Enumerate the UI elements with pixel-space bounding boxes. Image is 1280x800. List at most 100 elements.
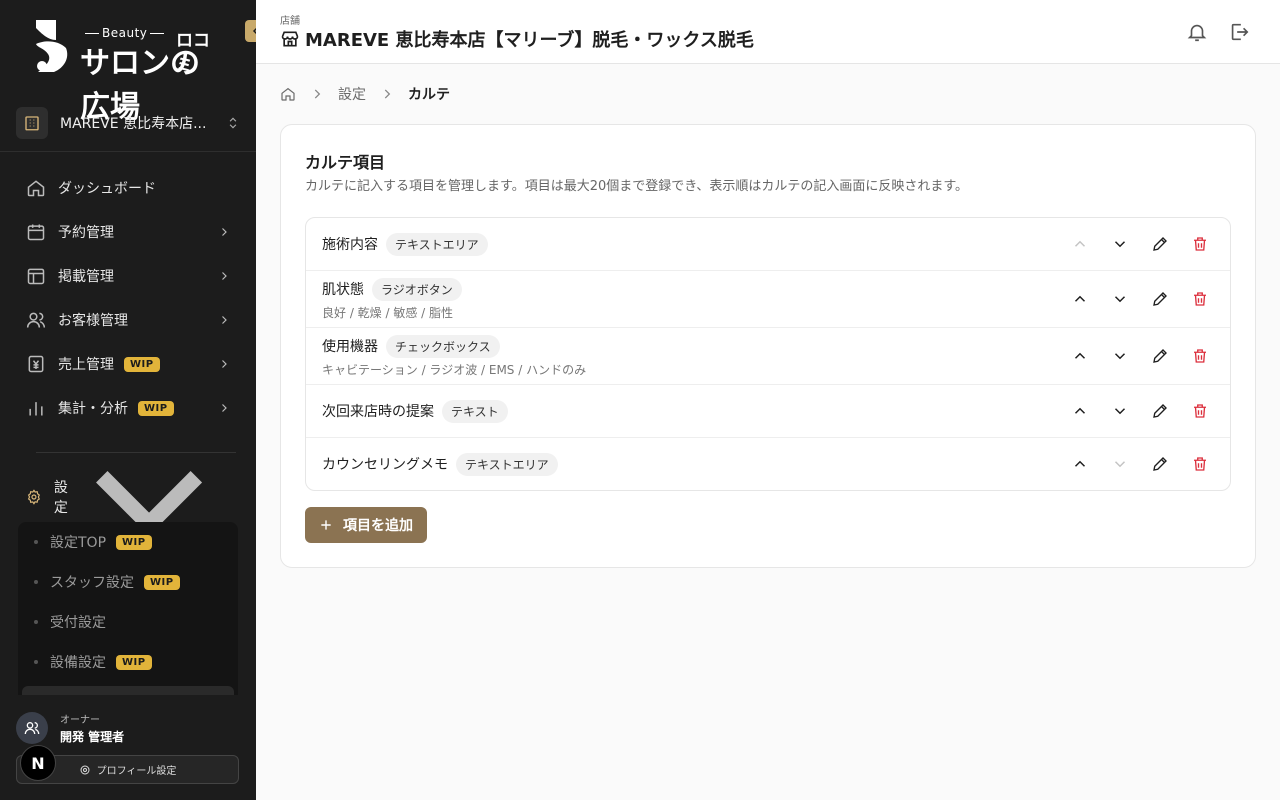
chevron-up-icon: [1074, 240, 1086, 247]
users-icon: [26, 312, 46, 328]
layout-icon: [27, 268, 45, 285]
subnav-label: スタッフ設定: [50, 575, 134, 591]
subnav-label: 設定TOP: [50, 535, 107, 551]
gear-icon: [27, 489, 40, 505]
item-options: 良好 / 乾燥 / 敏感 / 脂性: [322, 305, 454, 320]
edit-button[interactable]: [1146, 342, 1174, 370]
top-header: 店舗 MAREVE 恵比寿本店【マリーブ】脱毛・ワックス脱毛: [256, 0, 1280, 64]
subnav-equipment-settings[interactable]: 設備設定 WIP: [18, 642, 238, 682]
sidebar-divider: [0, 151, 256, 152]
move-up-button[interactable]: [1066, 397, 1094, 425]
wip-badge: WIP: [138, 400, 174, 416]
trash-icon: [1194, 349, 1206, 363]
store-switcher[interactable]: MAREVE 恵比寿本店...: [16, 106, 240, 140]
trash-icon: [1194, 237, 1206, 251]
karte-item-list: 施術内容 テキストエリア 肌状態 ラジオボタン 良好 / 乾燥 / 敏感 / 脂…: [305, 217, 1231, 491]
chevron-up-icon: [1074, 460, 1086, 467]
pencil-icon: [1153, 237, 1167, 251]
plus-icon: [321, 520, 331, 530]
settings-submenu: 設定TOP WIP スタッフ設定 WIP 受付設定 設備設定 WIP: [18, 522, 238, 702]
store-icon: [281, 31, 299, 47]
delete-button[interactable]: [1186, 230, 1214, 258]
bell-icon[interactable]: [1186, 21, 1208, 43]
subnav-label: 受付設定: [50, 615, 106, 631]
edit-button[interactable]: [1146, 230, 1174, 258]
chevrons-up-down-icon: [229, 117, 237, 129]
chevron-right-icon: [222, 360, 227, 368]
move-down-button[interactable]: [1106, 285, 1134, 313]
chevron-up-icon: [1074, 295, 1086, 302]
page-title: MAREVE 恵比寿本店【マリーブ】脱毛・ワックス脱毛: [280, 26, 754, 52]
chevron-right-icon: [222, 404, 227, 412]
brand-logo[interactable]: Beauty ロコミ サロンの広場: [34, 18, 224, 125]
logout-icon[interactable]: [1228, 21, 1250, 43]
chevron-down-icon: [1114, 241, 1126, 248]
home-icon[interactable]: [280, 86, 296, 102]
card-title: カルテ項目: [305, 153, 386, 172]
user-info: オーナー 開発 管理者: [16, 711, 124, 745]
pencil-icon: [1153, 349, 1167, 363]
subnav-reception-settings[interactable]: 受付設定: [18, 602, 238, 642]
move-down-button[interactable]: [1106, 450, 1134, 478]
pencil-icon: [1153, 292, 1167, 306]
sidebar-footer: オーナー 開発 管理者 プロフィール設定 N: [0, 695, 256, 800]
trash-icon: [1194, 292, 1206, 306]
chevron-right-icon: [384, 89, 391, 99]
nav-item-settings[interactable]: 設定: [16, 471, 240, 536]
delete-button[interactable]: [1186, 342, 1214, 370]
delete-button[interactable]: [1186, 450, 1214, 478]
wip-badge: WIP: [116, 534, 152, 550]
pencil-icon: [1153, 457, 1167, 471]
card-description: カルテに記入する項目を管理します。項目は最大20個まで登録でき、表示順はカルテの…: [305, 179, 969, 194]
nav-item-listings[interactable]: 掲載管理: [16, 254, 240, 298]
header-label: 店舗: [280, 16, 300, 27]
chevron-right-icon: [222, 316, 227, 324]
next-badge[interactable]: N: [20, 745, 56, 781]
move-up-button[interactable]: [1066, 450, 1094, 478]
delete-button[interactable]: [1186, 285, 1214, 313]
subnav-settings-top[interactable]: 設定TOP WIP: [18, 522, 238, 562]
home-icon: [27, 180, 45, 197]
wip-badge: WIP: [116, 654, 152, 670]
chevron-up-icon: [1074, 352, 1086, 359]
item-name: 肌状態: [322, 282, 364, 298]
move-down-button[interactable]: [1106, 342, 1134, 370]
wip-badge: WIP: [144, 574, 180, 590]
page-title-text: MAREVE 恵比寿本店【マリーブ】脱毛・ワックス脱毛: [305, 30, 754, 51]
list-item: 施術内容 テキストエリア: [306, 218, 1230, 271]
move-down-button[interactable]: [1106, 397, 1134, 425]
money-icon: [28, 355, 44, 373]
move-up-button[interactable]: [1066, 285, 1094, 313]
profile-settings-label: プロフィール設定: [96, 766, 177, 777]
chevron-down-icon: [1114, 296, 1126, 303]
bar-chart-icon: [29, 402, 43, 416]
breadcrumb-settings-link[interactable]: 設定: [338, 84, 366, 104]
nav-item-dashboard[interactable]: ダッシュボード: [16, 166, 240, 210]
delete-button[interactable]: [1186, 397, 1214, 425]
move-down-button[interactable]: [1106, 230, 1134, 258]
move-up-button[interactable]: [1066, 342, 1094, 370]
trash-icon: [1194, 404, 1206, 418]
nav-label: 売上管理: [58, 357, 114, 373]
chevron-right-icon: [314, 89, 321, 99]
subnav-staff-settings[interactable]: スタッフ設定 WIP: [18, 562, 238, 602]
nav-item-customers[interactable]: お客様管理: [16, 298, 240, 342]
nav-label: 予約管理: [58, 225, 114, 241]
store-name: MAREVE 恵比寿本店...: [60, 116, 207, 132]
add-item-button[interactable]: 項目を追加: [305, 507, 427, 543]
user-avatar-icon: [16, 712, 48, 744]
settings-label: 設定: [53, 480, 68, 516]
bullet-icon: [34, 660, 38, 664]
nav-item-sales[interactable]: 売上管理 WIP: [16, 342, 240, 386]
breadcrumb: 設定 カルテ: [280, 84, 450, 104]
nav-label: 掲載管理: [58, 269, 114, 285]
item-type-badge: ラジオボタン: [372, 277, 462, 301]
edit-button[interactable]: [1146, 285, 1174, 313]
move-up-button[interactable]: [1066, 230, 1094, 258]
edit-button[interactable]: [1146, 450, 1174, 478]
nav-item-reservations[interactable]: 予約管理: [16, 210, 240, 254]
item-type-badge: テキストエリア: [456, 452, 558, 476]
list-item: カウンセリングメモ テキストエリア: [306, 438, 1230, 490]
pencil-icon: [1153, 404, 1167, 418]
edit-button[interactable]: [1146, 397, 1174, 425]
